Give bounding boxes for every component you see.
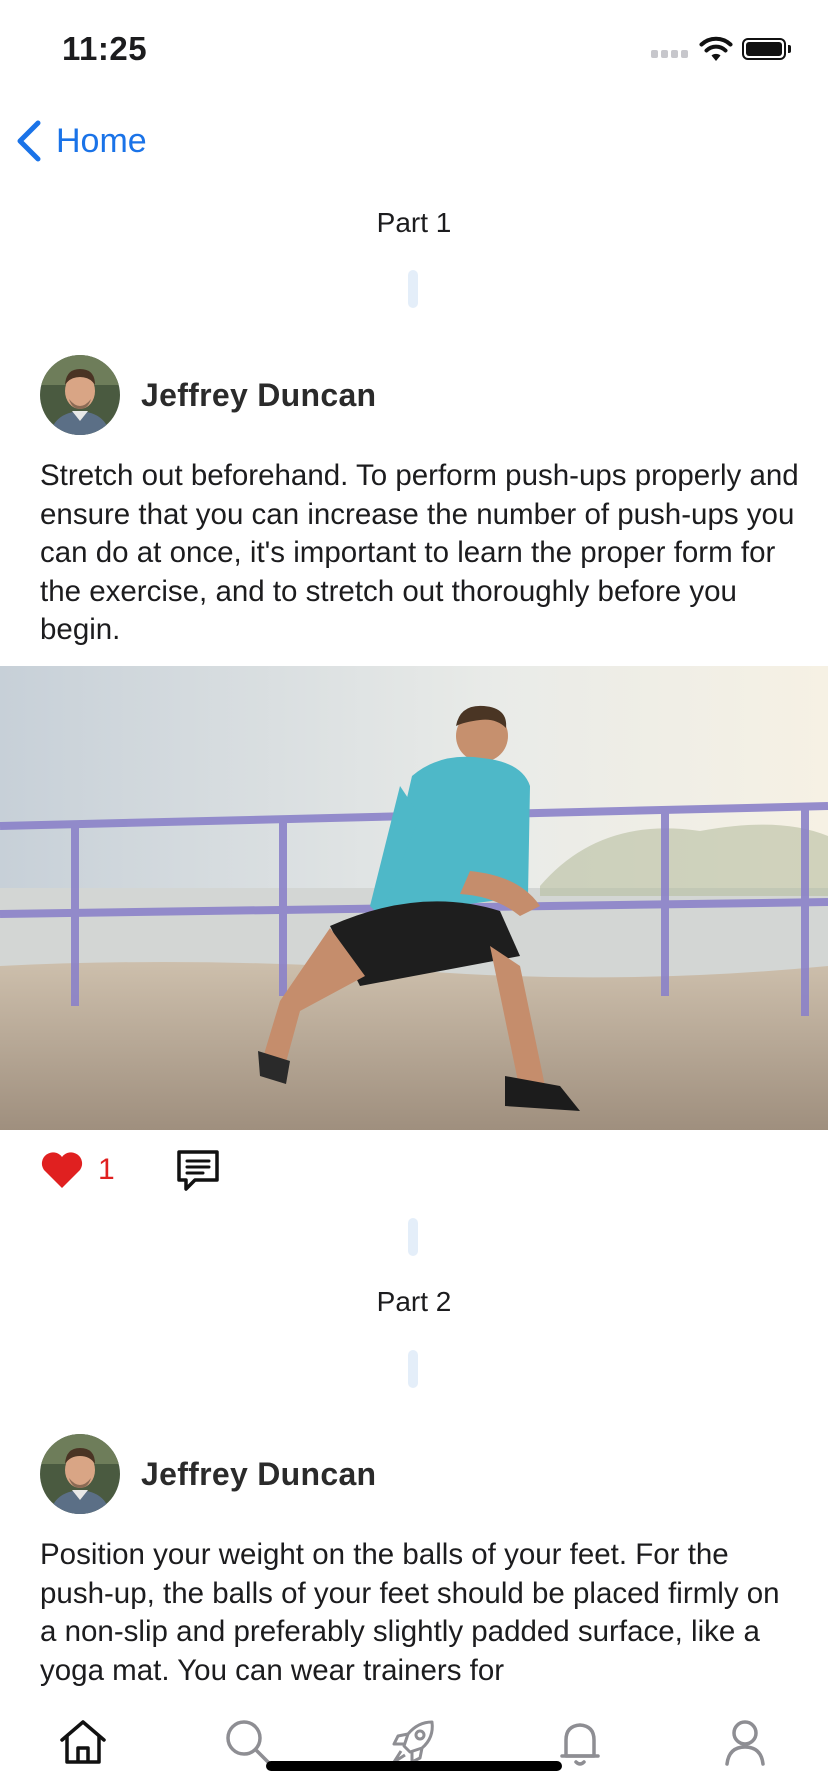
home-indicator[interactable] — [266, 1761, 562, 1771]
post-text: Position your weight on the balls of you… — [40, 1538, 780, 1687]
tab-home[interactable] — [57, 1716, 109, 1768]
like-count: 1 — [98, 1153, 115, 1186]
avatar — [40, 355, 120, 435]
back-button-label: Home — [56, 121, 147, 160]
author-name: Jeffrey Duncan — [141, 376, 377, 413]
post-author[interactable]: Jeffrey Duncan — [40, 1434, 376, 1514]
divider-dash — [408, 270, 418, 308]
back-button[interactable]: Home — [14, 116, 147, 166]
home-icon — [60, 1720, 106, 1764]
chevron-left-icon — [17, 120, 41, 162]
search-icon — [226, 1720, 271, 1765]
author-name: Jeffrey Duncan — [141, 1455, 377, 1492]
status-bar: 11:25 — [0, 0, 828, 100]
wifi-icon — [699, 36, 733, 62]
post-actions: 1 — [40, 1146, 221, 1194]
tab-profile[interactable] — [719, 1716, 771, 1768]
comment-icon[interactable] — [175, 1147, 221, 1193]
tab-bar — [0, 1690, 828, 1792]
part-title: Part 2 — [376, 1286, 452, 1317]
bell-icon — [560, 1723, 600, 1766]
post-author[interactable]: Jeffrey Duncan — [40, 355, 376, 435]
tab-notifications[interactable] — [554, 1716, 606, 1768]
divider-dash — [408, 1350, 418, 1388]
divider-dash — [408, 1218, 418, 1256]
battery-icon — [742, 38, 792, 62]
part-title: Part 1 — [376, 207, 452, 238]
post-text: Stretch out beforehand. To perform push-… — [40, 459, 799, 646]
cellular-signal-icon — [651, 50, 691, 62]
like-button[interactable]: 1 — [40, 1150, 115, 1190]
post-image[interactable] — [0, 666, 828, 1130]
heart-icon — [41, 1152, 83, 1188]
tab-search[interactable] — [222, 1716, 274, 1768]
status-time: 11:25 — [62, 30, 148, 67]
avatar — [40, 1434, 120, 1514]
profile-icon — [725, 1720, 765, 1766]
